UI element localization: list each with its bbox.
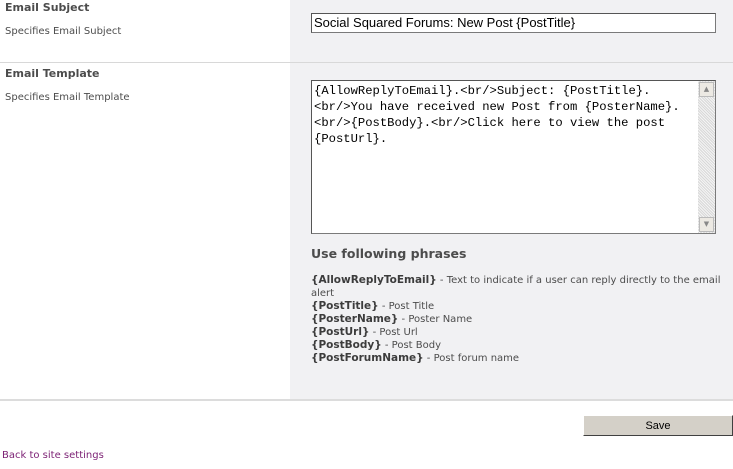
phrase-token: {PostBody} (311, 339, 382, 351)
phrase-item: {AllowReplyToEmail} - Text to indicate i… (311, 274, 721, 300)
save-button[interactable]: Save (583, 415, 733, 436)
phrase-token: {PostTitle} (311, 300, 379, 312)
phrase-item: {PostUrl} - Post Url (311, 326, 721, 339)
email-template-title: Email Template (5, 67, 100, 80)
phrase-description: - Poster Name (398, 314, 473, 325)
phrase-token: {PostUrl} (311, 326, 370, 338)
phrase-item: {PostBody} - Post Body (311, 339, 721, 352)
labels-column (0, 0, 290, 399)
phrase-token: {AllowReplyToEmail} (311, 274, 437, 286)
phrase-token: {PosterName} (311, 313, 399, 325)
section-divider (0, 62, 733, 63)
phrase-token: {PostForumName} (311, 352, 424, 364)
phrases-list: {AllowReplyToEmail} - Text to indicate i… (311, 274, 721, 365)
back-to-site-settings-link[interactable]: Back to site settings (2, 450, 104, 461)
textarea-scrollbar[interactable]: ▲ ▼ (698, 81, 715, 233)
phrase-item: {PosterName} - Poster Name (311, 313, 721, 326)
phrase-item: {PostForumName} - Post forum name (311, 352, 721, 365)
phrase-description: - Post Url (369, 327, 418, 338)
phrase-item: {PostTitle} - Post Title (311, 300, 721, 313)
phrase-description: - Post forum name (423, 353, 520, 364)
phrase-description: - Post Body (381, 340, 442, 351)
email-subject-input[interactable] (311, 13, 716, 33)
email-template-text[interactable]: {AllowReplyToEmail}.<br/>Subject: {PostT… (314, 83, 694, 147)
phrase-description: - Post Title (378, 301, 435, 312)
scroll-up-icon[interactable]: ▲ (699, 82, 714, 97)
email-subject-title: Email Subject (5, 1, 90, 14)
email-subject-description: Specifies Email Subject (5, 26, 122, 37)
footer-divider (0, 399, 733, 401)
phrases-heading: Use following phrases (311, 246, 467, 261)
email-template-description: Specifies Email Template (5, 92, 130, 103)
scroll-down-icon[interactable]: ▼ (699, 217, 714, 232)
email-template-textarea[interactable]: {AllowReplyToEmail}.<br/>Subject: {PostT… (311, 80, 716, 234)
